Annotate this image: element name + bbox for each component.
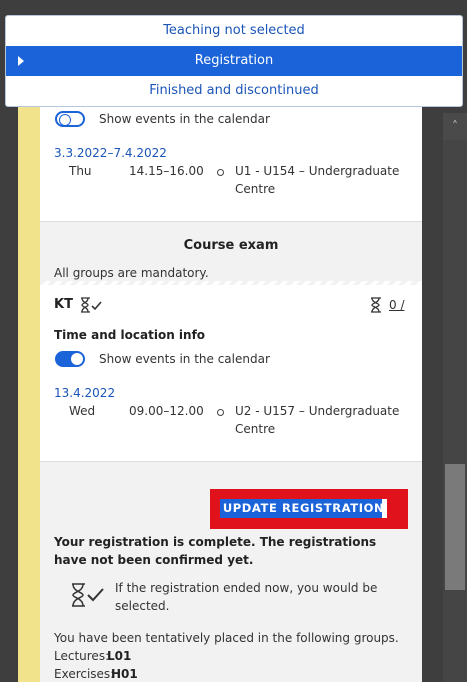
date-range: 3.3.2022–7.4.2022 xyxy=(54,146,167,160)
status-stripe xyxy=(18,100,40,682)
hourglass-check-icon xyxy=(81,297,102,313)
time-location-heading: Time and location info xyxy=(54,328,206,342)
calendar-toggle-kt[interactable] xyxy=(55,351,85,367)
capacity-count[interactable]: 0 / xyxy=(389,298,405,312)
exercises-value: H01 xyxy=(111,667,138,681)
placed-groups-text: You have been tentatively placed in the … xyxy=(54,631,399,645)
location-line-2: Centre xyxy=(235,182,276,196)
lectures-label: Lectures: xyxy=(54,649,110,663)
location-line-1: U2 - U157 – Undergraduate xyxy=(235,404,400,418)
calendar-toggle-top[interactable] xyxy=(55,111,85,127)
registration-complete-text: Your registration is complete. The regis… xyxy=(54,535,377,567)
mandatory-note: All groups are mandatory. xyxy=(54,266,209,280)
selected-caret-icon xyxy=(18,56,24,66)
dropdown-option-label: Registration xyxy=(194,53,274,68)
registration-status-dropdown[interactable]: Teaching not selected Registration Finis… xyxy=(5,15,463,107)
location-pin-icon xyxy=(217,169,224,176)
exam-date: 13.4.2022 xyxy=(54,386,116,400)
location-line-1: U1 - U154 – Undergraduate xyxy=(235,164,400,178)
panel-content: Show events in the calendar 3.3.2022–7.4… xyxy=(40,100,422,682)
update-highlight-frame: UPDATE REGISTRATION xyxy=(210,489,408,529)
exercises-label: Exercises: xyxy=(54,667,115,681)
dropdown-option-not-selected[interactable]: Teaching not selected xyxy=(6,16,462,46)
calendar-toggle-label: Show events in the calendar xyxy=(99,112,270,126)
weekday: Thu xyxy=(69,164,92,178)
dropdown-option-finished[interactable]: Finished and discontinued xyxy=(6,76,462,106)
hourglass-check-icon xyxy=(72,583,104,607)
course-exam-title: Course exam xyxy=(183,238,279,253)
scrollbar-thumb[interactable] xyxy=(445,464,465,590)
time-range: 09.00–12.00 xyxy=(129,404,204,418)
time-range: 14.15–16.00 xyxy=(129,164,204,178)
scroll-up-arrow-icon[interactable]: ˄ xyxy=(443,113,467,140)
group-card-top: Show events in the calendar 3.3.2022–7.4… xyxy=(40,100,422,222)
scrollbar-track[interactable] xyxy=(443,113,467,682)
weekday: Wed xyxy=(69,404,96,418)
lectures-value: L01 xyxy=(107,649,132,663)
group-card-kt: KT 0 / Time and location info Show event… xyxy=(40,285,422,462)
update-registration-button[interactable]: UPDATE REGISTRATION xyxy=(220,499,387,518)
group-code: KT xyxy=(54,297,73,312)
dropdown-option-registration[interactable]: Registration xyxy=(6,46,462,76)
course-panel: Show events in the calendar 3.3.2022–7.4… xyxy=(18,100,422,682)
registration-ended-note: If the registration ended now, you would… xyxy=(115,581,378,613)
location-line-2: Centre xyxy=(235,422,276,436)
hourglass-icon xyxy=(371,297,381,313)
calendar-toggle-label: Show events in the calendar xyxy=(99,352,270,366)
location-pin-icon xyxy=(217,409,224,416)
